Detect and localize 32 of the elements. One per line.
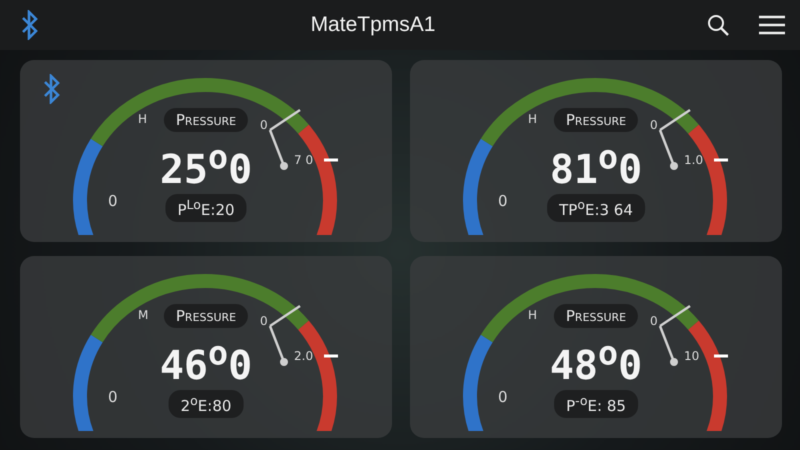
pressure-label: Pressure [554,108,638,132]
scale-mark: 0 [260,314,268,328]
scale-label: 0 [498,388,508,406]
scale-mark: M [138,308,148,322]
pressure-detail: 2$^{o}$E:80 [168,390,244,418]
pressure-value: 25$^{o}$0 [160,138,252,194]
app-title: MateTpmsA1 [310,13,436,37]
pressure-detail: P$^{-o}$E: 85 [554,390,638,418]
scale-label: 0 [498,192,508,210]
scale-label: 0 [108,388,118,406]
scale-label: 1.0 [684,153,704,167]
scale-label: 2.0 [294,349,314,363]
pressure-value: 81$^{o}$0 [550,138,642,194]
menu-button[interactable] [758,15,786,35]
pressure-detail: TP$^{o}$E:3 64 [547,194,645,222]
pressure-value: 46$^{o}$0 [160,334,252,390]
scale-mark: H [138,112,148,126]
pressure-label: Pressure [164,108,248,132]
scale-label: 10 [684,349,700,363]
scale-mark: H [528,308,538,322]
pressure-detail: P$^{Lo}$E:20 [165,194,247,222]
scale-mark: 0 [650,118,658,132]
pressure-value: 48$^{o}$0 [550,334,642,390]
scale-mark: 0 [650,314,658,328]
scale-mark: 0 [260,118,268,132]
scale-label: 0 [108,192,118,210]
bluetooth-icon [20,10,40,40]
pressure-label: Pressure [164,304,248,328]
search-button[interactable] [706,13,730,37]
scale-label: 7 0 [294,153,314,167]
scale-mark: H [528,112,538,126]
pressure-label: Pressure [554,304,638,328]
